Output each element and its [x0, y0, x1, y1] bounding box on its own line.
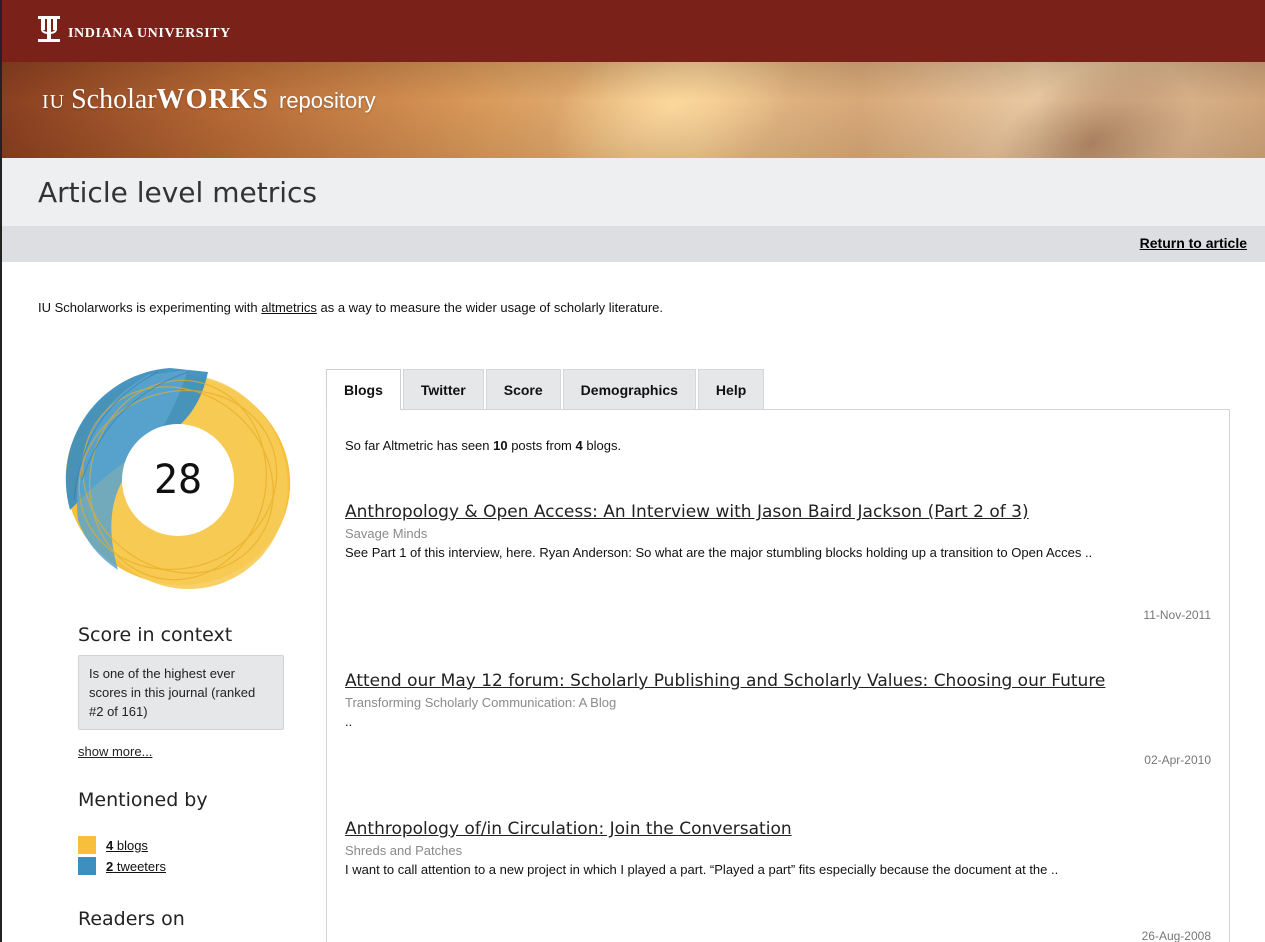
mention-tweeters-row[interactable]: 2 tweeters [78, 857, 166, 875]
post-blog-name: Shreds and Patches [345, 843, 463, 858]
page-frame: INDIANA UNIVERSITY IU ScholarWORKS reposit… [0, 0, 1265, 942]
score-context-box: Is one of the highest ever scores in thi… [78, 655, 284, 730]
post-blog-name: Savage Minds [345, 526, 428, 541]
post-title-link[interactable]: Anthropology of/in Circulation: Join the… [345, 819, 792, 839]
blogs-mention-link[interactable]: 4 blogs [106, 838, 148, 853]
return-to-article-link[interactable]: Return to article [1140, 235, 1247, 251]
blogs-count-summary: 4 [575, 438, 583, 453]
mention-blogs-row[interactable]: 4 blogs [78, 836, 148, 854]
title-band: Article level metrics [2, 158, 1265, 226]
blogs-summary: So far Altmetric has seen 10 posts from … [345, 438, 621, 453]
tweeters-swatch [78, 857, 96, 875]
intro-text: IU Scholarworks is experimenting with al… [38, 300, 663, 315]
altmetrics-link[interactable]: altmetrics [261, 300, 317, 315]
page-title: Article level metrics [38, 176, 317, 209]
mentioned-by-heading: Mentioned by [78, 789, 208, 811]
summary-mid: posts from [507, 438, 576, 453]
post-excerpt: See Part 1 of this interview, here. Ryan… [345, 545, 1093, 560]
intro-after: as a way to measure the wider usage of s… [316, 300, 663, 315]
iu-top-bar: INDIANA UNIVERSITY [2, 0, 1265, 62]
intro-before: IU Scholarworks is experimenting with [38, 300, 262, 315]
post-date: 26-Aug-2008 [1141, 929, 1211, 942]
blog-post: Anthropology of/in Circulation: Join the… [345, 819, 1211, 942]
readers-on-heading: Readers on [78, 908, 185, 930]
summary-pre: So far Altmetric has seen [345, 438, 494, 453]
tab-score[interactable]: Score [485, 369, 561, 409]
banner-scholar: Scholar [71, 84, 157, 115]
altmetric-score: 28 [153, 457, 203, 503]
post-date: 11-Nov-2011 [1143, 608, 1211, 622]
blog-post: Attend our May 12 forum: Scholarly Publi… [345, 671, 1211, 767]
blog-post: Anthropology & Open Access: An Interview… [345, 502, 1211, 622]
posts-count: 10 [493, 438, 508, 453]
tab-twitter[interactable]: Twitter [402, 369, 484, 409]
blogs-swatch [78, 836, 96, 854]
return-band: Return to article [2, 226, 1265, 262]
blogs-panel: So far Altmetric has seen 10 posts from … [326, 409, 1230, 942]
tweeters-label: tweeters [113, 858, 166, 874]
post-excerpt: I want to call attention to a new projec… [345, 862, 1059, 877]
altmetric-donut[interactable]: 28 [64, 366, 292, 594]
banner-repository: repository [279, 88, 376, 113]
score-in-context-heading: Score in context [78, 624, 233, 646]
banner-works: WORKS [156, 84, 269, 115]
post-blog-name: Transforming Scholarly Communication: A … [345, 695, 617, 710]
iu-trident-icon [38, 16, 60, 42]
scholarworks-banner: IU ScholarWORKS repository [2, 62, 1265, 158]
post-excerpt: .. [345, 714, 353, 729]
banner-iu: IU [42, 91, 66, 113]
tab-help[interactable]: Help [697, 369, 765, 409]
tweeters-mention-link[interactable]: 2 tweeters [106, 859, 166, 874]
tab-demographics[interactable]: Demographics [562, 369, 696, 409]
post-title-link[interactable]: Anthropology & Open Access: An Interview… [345, 502, 1029, 522]
metrics-tabs: Blogs Twitter Score Demographics Help [326, 369, 766, 410]
summary-post: blogs. [582, 438, 622, 453]
post-date: 02-Apr-2010 [1144, 753, 1211, 767]
post-title-link[interactable]: Attend our May 12 forum: Scholarly Publi… [345, 671, 1105, 691]
repository-logo[interactable]: IU ScholarWORKS repository [42, 84, 376, 116]
show-more-link[interactable]: show more... [78, 744, 152, 759]
blogs-label: blogs [113, 837, 148, 853]
tab-blogs[interactable]: Blogs [326, 369, 401, 410]
university-name[interactable]: INDIANA UNIVERSITY [68, 26, 231, 42]
